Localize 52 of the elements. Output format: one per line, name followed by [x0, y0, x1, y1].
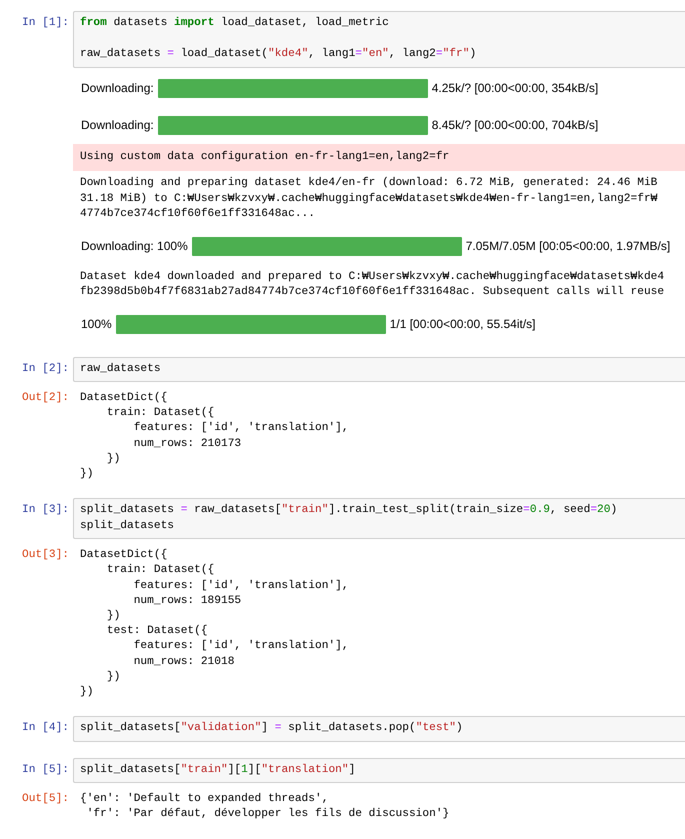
- progress-label: Downloading: 100%: [81, 239, 188, 253]
- output-prompt: Out[2]:: [21, 391, 70, 406]
- code-line: split_datasets = raw_datasets["train"].train_test_split(train_size=0.9, seed=20): [80, 503, 618, 518]
- code-line: split_datasets["validation"] = split_datasets.pop("test"): [80, 721, 464, 736]
- code-line: split_datasets["train"][1]["translation"]: [80, 762, 356, 778]
- output-line: {'en': 'Default to expanded threads',: [80, 792, 330, 808]
- progress-label: Downloading:: [81, 81, 154, 95]
- input-prompt: In [2]:: [21, 362, 70, 376]
- input-prompt: In [3]:: [21, 502, 70, 518]
- input-prompt: In [5]:: [21, 762, 70, 778]
- output-line: 4774b7ce374cf10f60f6e1ff331648ac...: [80, 207, 316, 222]
- progress-reading: 7.05M/7.05M [00:05<00:00, 1.97MB/s]: [466, 239, 670, 253]
- output-line: }): [106, 452, 122, 467]
- output-line: num_rows: 210173: [132, 436, 242, 452]
- code-line: from datasets import load_dataset, load_metric: [80, 16, 390, 31]
- code-line: raw_datasets = load_dataset("kde4", lang1="en", lang2="fr"): [80, 47, 478, 62]
- output-line: Dataset kde4 downloaded and prepared to C:₩Users₩kzvxy₩.cache₩huggingface₩datasets₩kde4: [80, 270, 666, 284]
- output-line: DatasetDict({: [80, 391, 168, 406]
- output-line: Downloading and preparing dataset kde4/en-fr (download: 6.72 MiB, generated: 24.46 MiB: [80, 176, 658, 191]
- output-line: features: ['id', 'translation'],: [132, 639, 349, 654]
- output-line: fb2398d5b0b4f7f6831ab27ad84774b7ce374cf10f60f6e1ff331648ac. Subsequent calls will reuse: [80, 285, 666, 300]
- code-line: split_datasets: [80, 518, 175, 534]
- output-prompt: Out[3]:: [21, 548, 70, 564]
- input-prompt: In [1]:: [21, 16, 70, 31]
- code-cell[interactable]: split_datasets = raw_datasets["train"].train_test_split(train_size=0.9, seed=20) split_datasets: [73, 498, 685, 540]
- progress-reading: 8.45k/? [00:00<00:00, 704kB/s]: [432, 118, 598, 132]
- code-cell[interactable]: split_datasets["validation"] = split_datasets.pop("test"): [73, 716, 685, 742]
- output-line: DatasetDict({: [80, 548, 168, 564]
- output-line: }): [80, 685, 94, 700]
- output-line: train: Dataset({: [106, 563, 216, 578]
- output-line: num_rows: 189155: [132, 594, 242, 609]
- output-line: 'fr': 'Par défaut, développer les fils de discussion'}: [86, 807, 450, 822]
- output-line: }): [106, 670, 122, 685]
- code-cell[interactable]: raw_datasets: [73, 356, 685, 382]
- output-line: features: ['id', 'translation'],: [132, 578, 349, 594]
- progress-label: Downloading:: [81, 118, 154, 132]
- output-line: train: Dataset({: [106, 406, 216, 422]
- progress-reading: 1/1 [00:00<00:00, 55.54it/s]: [390, 317, 536, 331]
- code-cell[interactable]: split_datasets["train"][1]["translation"]: [73, 758, 685, 784]
- output-line: num_rows: 21018: [132, 654, 236, 670]
- code-cell[interactable]: from datasets import load_dataset, load_metric raw_datasets = load_dataset("kde4", lang1="en", lang2="fr"): [73, 11, 685, 68]
- output-line: }): [80, 467, 94, 482]
- output-prompt: Out[5]:: [21, 792, 70, 808]
- output-line: Using custom data configuration en-fr-lang1=en,lang2=fr: [80, 150, 450, 164]
- output-line: features: ['id', 'translation'],: [132, 421, 349, 436]
- output-line: 31.18 MiB) to C:₩Users₩kzvxy₩.cache₩huggingface₩datasets₩kde4₩en-fr-lang1=en,lang2=fr₩: [80, 192, 658, 206]
- code-line: raw_datasets: [80, 362, 162, 376]
- output-line: test: Dataset({: [106, 624, 209, 640]
- progress-label: 100%: [81, 317, 112, 331]
- input-prompt: In [4]:: [21, 720, 70, 736]
- output-line: }): [106, 609, 122, 624]
- progress-reading: 4.25k/? [00:00<00:00, 354kB/s]: [432, 81, 598, 95]
